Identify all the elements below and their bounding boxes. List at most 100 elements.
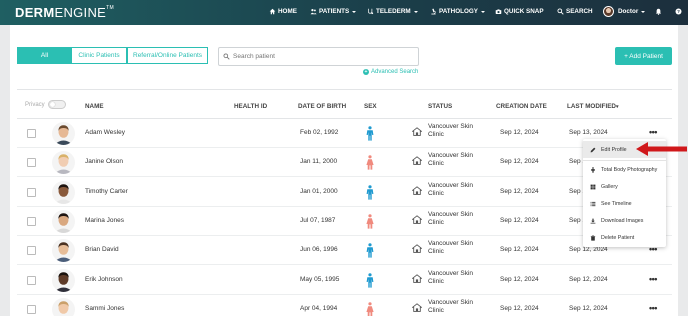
creation-date: Sep 12, 2024 [500, 129, 539, 136]
table-row[interactable]: Sammi Jones Apr 04, 1994 Vancouver Skin … [17, 295, 672, 316]
col-header-dob[interactable]: DATE OF BIRTH [298, 103, 346, 110]
patient-name[interactable]: Adam Wesley [85, 129, 125, 136]
nav-pathology[interactable]: PATHOLOGY [430, 8, 485, 15]
male-icon [366, 243, 374, 258]
table-row[interactable]: Marina Jones Jul 07, 1987 Vancouver Skin… [17, 207, 672, 236]
more-options-icon[interactable]: ••• [649, 128, 657, 137]
menu-total-body-photography[interactable]: Total Body Photography [583, 161, 666, 178]
patient-avatar[interactable] [52, 297, 75, 316]
more-options-icon[interactable]: ••• [649, 245, 657, 254]
privacy-label: Privacy [25, 101, 45, 108]
svg-text:?: ? [677, 9, 680, 14]
more-options-icon[interactable]: ••• [649, 274, 657, 283]
privacy-toggle[interactable]: Privacy [25, 100, 66, 109]
nav-help[interactable]: ? [675, 8, 682, 15]
row-checkbox[interactable] [27, 187, 36, 197]
row-checkbox[interactable] [27, 129, 36, 138]
table-row[interactable]: Erik Johnson May 05, 1995 Vancouver Skin… [17, 266, 672, 295]
table-row[interactable]: Timothy Carter Jan 01, 2000 Vancouver Sk… [17, 178, 672, 207]
nav-patients-label: PATIENTS [319, 8, 350, 15]
col-header-last-modified[interactable]: LAST MODIFIED▾ [567, 103, 619, 110]
creation-date: Sep 12, 2024 [500, 246, 539, 254]
patient-avatar[interactable] [52, 209, 75, 233]
menu-gallery[interactable]: Gallery [583, 178, 666, 195]
microscope-icon [431, 8, 436, 15]
nav-quick-snap[interactable]: QUICK SNAP [495, 8, 544, 15]
patient-name[interactable]: Marina Jones [85, 217, 124, 224]
add-patient-button[interactable]: + Add Patient [615, 47, 672, 65]
logo-thin: ENGINE [54, 5, 107, 20]
status-line-2: Clinic [428, 306, 444, 314]
search-input[interactable] [233, 53, 413, 60]
table-row[interactable]: Adam Wesley Feb 02, 1992 Vancouver Skin … [17, 119, 672, 148]
status-line-2: Clinic [428, 277, 444, 285]
patient-dob: Jan 01, 2000 [300, 187, 338, 195]
patient-status: Vancouver Skin Clinic [412, 152, 473, 168]
clinic-icon [412, 303, 422, 312]
col-header-name[interactable]: NAME [85, 103, 104, 110]
advanced-search-link[interactable]: + Advanced Search [363, 69, 418, 75]
clinic-icon [412, 244, 422, 254]
filter-clinic-patients[interactable]: Clinic Patients [72, 47, 127, 64]
nav-notifications[interactable] [655, 8, 662, 15]
status-line-1: Vancouver Skin [428, 152, 474, 160]
patient-avatar[interactable] [52, 239, 75, 263]
nav-patients[interactable]: PATIENTS [310, 8, 357, 15]
trash-icon [590, 234, 596, 241]
patient-dob: Apr 04, 1994 [300, 304, 338, 312]
table-row[interactable]: Brian David Jun 06, 1996 Vancouver Skin … [17, 236, 672, 266]
col-header-health-id[interactable]: HEALTH ID [234, 103, 267, 110]
menu-download-images[interactable]: Download Images [583, 212, 666, 229]
patient-avatar[interactable] [52, 268, 75, 292]
nav-telederm[interactable]: TELEDERM [367, 8, 418, 15]
menu-see-timeline[interactable]: See Timeline [583, 195, 666, 212]
nav-home-label: HOME [278, 8, 297, 15]
patient-name[interactable]: Sammi Jones [85, 305, 124, 312]
row-checkbox[interactable] [27, 246, 36, 256]
nav-search-label: SEARCH [566, 8, 593, 15]
search-icon [223, 53, 230, 60]
filter-all[interactable]: All [17, 47, 72, 64]
status-line-1: Vancouver Skin [428, 210, 474, 218]
dermengine-logo[interactable]: DERMENGINETM [15, 5, 114, 20]
col-header-creation-date[interactable]: CREATION DATE [496, 103, 547, 110]
toggle-switch[interactable] [47, 100, 66, 109]
creation-date: Sep 12, 2024 [500, 216, 539, 224]
nav-search[interactable]: SEARCH [557, 8, 593, 15]
plus-circle-icon: + [363, 69, 369, 75]
row-checkbox[interactable] [27, 275, 36, 285]
menu-delete-patient-label: Delete Patient [601, 234, 635, 241]
body-icon [591, 166, 595, 173]
divider [17, 89, 672, 90]
patient-name[interactable]: Brian David [85, 246, 119, 253]
nav-user-menu[interactable]: Doctor [603, 6, 646, 17]
status-line-1: Vancouver Skin [428, 123, 474, 130]
table-row[interactable]: Janine Olson Jan 11, 2000 Vancouver Skin… [17, 148, 672, 178]
clinic-icon [412, 215, 422, 224]
menu-delete-patient[interactable]: Delete Patient [583, 229, 666, 246]
row-checkbox[interactable] [27, 304, 36, 314]
menu-total-body-label: Total Body Photography [601, 166, 658, 173]
search-icon [557, 8, 564, 15]
status-line-1: Vancouver Skin [428, 269, 474, 277]
menu-gallery-label: Gallery [601, 183, 618, 190]
female-icon [366, 214, 374, 229]
more-options-icon[interactable]: ••• [649, 303, 657, 312]
row-checkbox[interactable] [27, 216, 36, 226]
nav-home[interactable]: HOME [269, 8, 297, 15]
patient-avatar[interactable] [52, 180, 75, 204]
row-checkbox[interactable] [27, 158, 36, 168]
filter-referral-online[interactable]: Referral/Online Patients [127, 47, 208, 64]
patient-dob: Jan 11, 2000 [300, 158, 338, 166]
patient-name[interactable]: Erik Johnson [85, 276, 123, 283]
camera-icon [495, 9, 502, 14]
col-header-status[interactable]: STATUS [428, 103, 452, 110]
col-header-sex[interactable]: SEX [364, 103, 377, 110]
last-modified: Sep 12, 2024 [569, 304, 608, 312]
patient-name[interactable]: Janine Olson [85, 158, 123, 165]
patient-avatar[interactable] [52, 122, 75, 145]
patient-name[interactable]: Timothy Carter [85, 188, 128, 195]
user-avatar [603, 6, 614, 17]
home-icon [269, 8, 276, 15]
patient-avatar[interactable] [52, 151, 75, 175]
